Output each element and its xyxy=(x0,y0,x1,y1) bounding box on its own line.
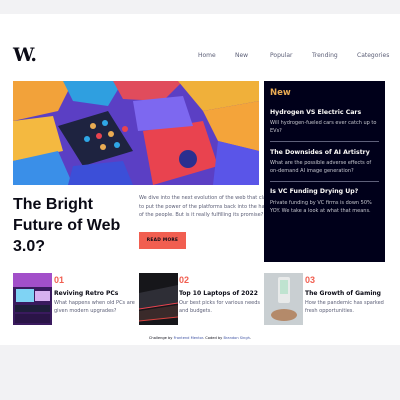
divider xyxy=(270,141,379,142)
author-link[interactable]: Brandon Singh xyxy=(223,336,249,340)
card-text: What happens when old PCs are given mode… xyxy=(54,300,135,315)
main-nav: Home New Popular Trending Categories xyxy=(0,52,400,66)
attribution: Challenge by Frontend Mentor. Coded by B… xyxy=(0,336,400,340)
card-title[interactable]: Reviving Retro PCs xyxy=(54,290,118,297)
new-item-text: What are the possible adverse effects of… xyxy=(270,160,372,174)
challenge-link[interactable]: Frontend Mentor xyxy=(174,336,203,340)
card-number: 01 xyxy=(54,275,65,285)
nav-home[interactable]: Home xyxy=(198,52,216,59)
page: W. Home New Popular Trending Categories xyxy=(0,14,400,345)
card-number: 02 xyxy=(179,275,190,285)
attribution-prefix: Challenge by xyxy=(148,336,173,340)
card-text: How the pandemic has sparked fresh oppor… xyxy=(305,300,384,315)
card-image-laptops[interactable] xyxy=(139,273,178,325)
new-item-title[interactable]: Hydrogen VS Electric Cars xyxy=(270,109,361,116)
read-more-button[interactable]: READ MORE xyxy=(139,232,186,249)
hero-image xyxy=(13,81,259,185)
card-image-gaming[interactable] xyxy=(264,273,303,325)
card-text: Our best picks for various needs and bud… xyxy=(179,300,261,315)
hero-description: We dive into the next evolution of the w… xyxy=(139,195,275,218)
nav-categories[interactable]: Categories xyxy=(357,52,389,59)
new-panel: New Hydrogen VS Electric Cars Will hydro… xyxy=(264,81,385,262)
card-title[interactable]: The Growth of Gaming xyxy=(305,290,381,297)
new-item-title[interactable]: The Downsides of AI Artistry xyxy=(270,149,370,156)
attribution-middle: . Coded by xyxy=(202,336,223,340)
hero-title: The Bright Future of Web 3.0? xyxy=(13,196,121,255)
card-number: 03 xyxy=(305,275,316,285)
card-title[interactable]: Top 10 Laptops of 2022 xyxy=(179,290,258,297)
divider xyxy=(270,181,379,182)
new-item-text: Will hydrogen-fueled cars ever catch up … xyxy=(270,120,377,134)
new-item-text: Private funding by VC firms is down 50% … xyxy=(270,200,372,214)
attribution-suffix: . xyxy=(249,336,252,340)
card-image-retro-pcs[interactable] xyxy=(13,273,52,325)
new-panel-heading: New xyxy=(270,88,291,98)
new-item-title[interactable]: Is VC Funding Drying Up? xyxy=(270,188,358,195)
nav-popular[interactable]: Popular xyxy=(270,52,293,59)
nav-trending[interactable]: Trending xyxy=(312,52,338,59)
nav-new[interactable]: New xyxy=(235,52,248,59)
